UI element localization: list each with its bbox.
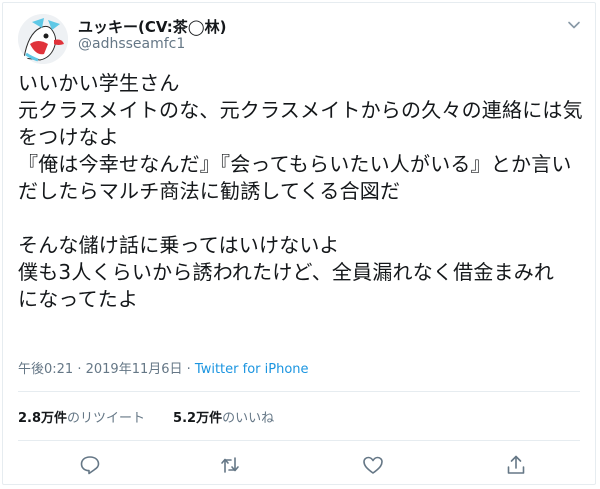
retweets-stat[interactable]: 2.8万件のリツイート bbox=[18, 407, 145, 426]
tweet-meta: 午後0:21 · 2019年11月6日 · Twitter for iPhone bbox=[18, 358, 309, 377]
tweet-date[interactable]: 2019年11月6日 bbox=[86, 362, 183, 377]
tweet-actions bbox=[18, 453, 580, 477]
likes-label: のいいね bbox=[222, 411, 275, 426]
tweet-line: いいかい学生さん bbox=[18, 71, 180, 95]
avatar-image bbox=[18, 14, 68, 64]
meta-separator: · bbox=[182, 362, 195, 377]
user-handle[interactable]: @adhsseamfc1 bbox=[78, 36, 185, 52]
tweet-line: になってたよ bbox=[18, 287, 139, 311]
likes-stat[interactable]: 5.2万件のいいね bbox=[173, 407, 274, 426]
meta-separator: · bbox=[73, 362, 86, 377]
tweet-line: をつけなよ bbox=[18, 125, 119, 149]
retweets-count: 2.8万件 bbox=[18, 411, 68, 426]
tweet-line: そんな儲け話に乗ってはいけないよ bbox=[18, 233, 340, 257]
retweet-icon[interactable] bbox=[218, 453, 242, 477]
tweet-stats: 2.8万件のリツイート 5.2万件のいいね bbox=[18, 407, 302, 426]
chevron-down-icon[interactable] bbox=[567, 17, 581, 31]
tweet-text: いいかい学生さん 元クラスメイトのな、元クラスメイトからの久々の連絡には気 をつ… bbox=[18, 70, 588, 313]
like-icon[interactable] bbox=[361, 453, 385, 477]
divider bbox=[18, 440, 580, 441]
tweet-line: 僕も3人くらいから誘われたけど、全員漏れなく借金まみれ bbox=[18, 260, 555, 284]
tweet-source-link[interactable]: Twitter for iPhone bbox=[195, 362, 309, 377]
tweet-card: ユッキー(CV:茶◯林) @adhsseamfc1 いいかい学生さん 元クラスメ… bbox=[2, 2, 596, 485]
share-icon[interactable] bbox=[504, 453, 528, 477]
tweet-line: 元クラスメイトのな、元クラスメイトからの久々の連絡には気 bbox=[18, 98, 583, 122]
tweet-line: だしたらマルチ商法に勧誘してくる合図だ bbox=[18, 179, 401, 203]
likes-count: 5.2万件 bbox=[173, 411, 223, 426]
retweets-label: のリツイート bbox=[67, 411, 146, 426]
display-name[interactable]: ユッキー(CV:茶◯林) bbox=[78, 16, 226, 37]
divider bbox=[18, 391, 580, 392]
tweet-line: 『俺は今幸せなんだ』『会ってもらいたい人がいる』とか言い bbox=[18, 152, 572, 176]
avatar[interactable] bbox=[18, 14, 68, 64]
reply-icon[interactable] bbox=[78, 453, 102, 477]
tweet-time[interactable]: 午後0:21 bbox=[18, 362, 73, 377]
